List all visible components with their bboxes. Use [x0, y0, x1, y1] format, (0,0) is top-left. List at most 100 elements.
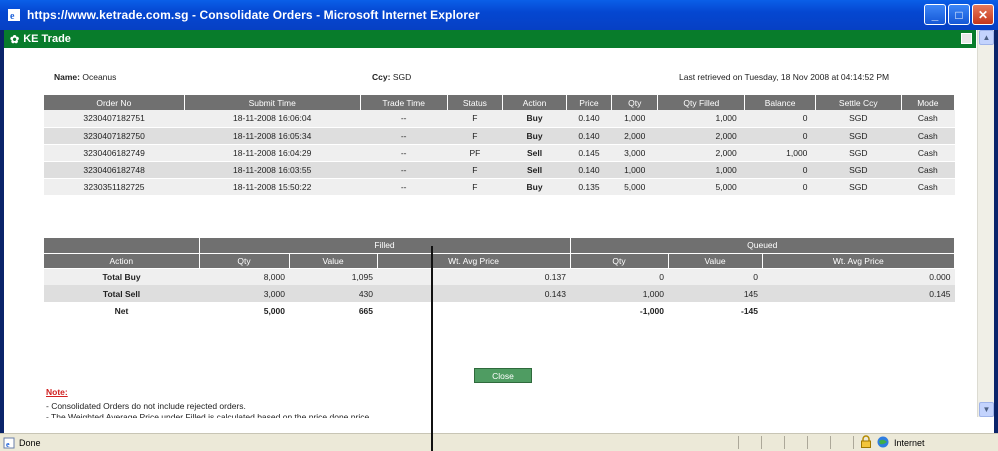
note-title: Note: [46, 387, 68, 397]
sum-col-filled-qty: Qty [199, 253, 290, 269]
cell-action: Sell [502, 161, 567, 179]
cell-submit-time: 18-11-2008 16:04:29 [184, 144, 361, 162]
cell-settle-ccy: SGD [815, 144, 902, 162]
cell-qty-filled: 1,000 [657, 110, 745, 128]
scroll-up-icon[interactable]: ▲ [979, 30, 994, 45]
summary-filled-value: 665 [289, 302, 377, 319]
lock-icon [860, 435, 872, 450]
summary-filled-value: 430 [289, 285, 377, 302]
internet-explorer-icon: e [6, 7, 22, 23]
cell-mode: Cash [901, 161, 955, 179]
table-row[interactable]: 3230406182748 18-11-2008 16:03:55 -- F Sell 0… [44, 161, 955, 179]
cell-submit-time: 18-11-2008 16:05:34 [184, 127, 361, 145]
sum-col-filled-avg: Wt. Avg Price [377, 253, 571, 269]
cell-qty-filled: 1,000 [657, 161, 745, 179]
cell-status: F [447, 110, 503, 128]
cell-trade-time: -- [360, 110, 448, 128]
cell-submit-time: 18-11-2008 15:50:22 [184, 178, 361, 196]
browser-window: e https://www.ketrade.com.sg - Consolida… [0, 0, 998, 451]
col-status[interactable]: Status [447, 95, 504, 110]
col-order-no[interactable]: Order No [44, 95, 185, 110]
app-title: KE Trade [23, 33, 71, 45]
col-settle-ccy[interactable]: Settle Ccy [815, 95, 902, 110]
col-balance[interactable]: Balance [744, 95, 816, 110]
cell-trade-time: -- [360, 144, 448, 162]
cell-qty: 1,000 [611, 161, 658, 179]
close-window-button[interactable]: ✕ [972, 4, 994, 25]
table-row[interactable]: 3230406182749 18-11-2008 16:04:29 -- PF Sell… [44, 144, 955, 162]
maximize-button[interactable]: □ [948, 4, 970, 25]
sum-col-action: Action [44, 253, 200, 269]
col-price[interactable]: Price [566, 95, 613, 110]
close-button[interactable]: Close [474, 368, 532, 383]
cell-settle-ccy: SGD [815, 161, 902, 179]
summary-queued-qty: -1,000 [570, 302, 668, 319]
cell-order-no: 3230406182748 [44, 161, 185, 179]
security-zone: Internet [860, 435, 925, 450]
cell-price: 0.140 [566, 110, 612, 128]
summary-row-total-sell: Total Sell 3,000 430 0.143 1,000 145 0.1… [44, 285, 955, 302]
summary-queued-avg: 0.000 [762, 268, 955, 285]
summary-header-row: Action Qty Value Wt. Avg Price Qty Value… [44, 253, 955, 269]
zone-label: Internet [894, 437, 925, 448]
col-qty-filled[interactable]: Qty Filled [657, 95, 746, 110]
col-qty[interactable]: Qty [611, 95, 659, 110]
cell-qty: 1,000 [611, 110, 658, 128]
sum-col-queued-qty: Qty [570, 253, 669, 269]
cell-qty-filled: 5,000 [657, 178, 745, 196]
cell-mode: Cash [901, 110, 955, 128]
cell-balance: 0 [744, 161, 816, 179]
minimize-button[interactable]: _ [924, 4, 946, 25]
cell-submit-time: 18-11-2008 16:06:04 [184, 110, 361, 128]
svg-text:e: e [6, 440, 10, 449]
cell-mode: Cash [901, 127, 955, 145]
sum-col-filled-value: Value [289, 253, 378, 269]
queued-group-header: Queued [570, 238, 955, 254]
orders-header-row: Order No Submit Time Trade Time Status A… [44, 95, 956, 110]
cell-status: F [447, 178, 503, 196]
scroll-down-icon[interactable]: ▼ [979, 402, 994, 417]
cell-price: 0.145 [566, 144, 612, 162]
table-row[interactable]: 3230407182750 18-11-2008 16:05:34 -- F Buy 0.… [44, 127, 955, 145]
account-name: Name: Oceanus [54, 72, 117, 82]
vertical-scrollbar[interactable]: ▲ ▼ [977, 30, 994, 417]
cell-order-no: 3230407182751 [44, 110, 185, 128]
svg-text:e: e [10, 11, 15, 22]
cell-submit-time: 18-11-2008 16:03:55 [184, 161, 361, 179]
ketrade-logo-icon: ✿ [10, 33, 20, 46]
page-done-icon: e [3, 437, 15, 449]
currency-info: Ccy: SGD [372, 72, 412, 82]
cell-price: 0.135 [566, 178, 612, 196]
cell-qty: 3,000 [611, 144, 658, 162]
maximize-panel-icon[interactable] [961, 33, 972, 44]
col-action[interactable]: Action [502, 95, 567, 110]
page-content: ✿ KE Trade ▲ ▼ Name: Oceanus Ccy: SGD La… [4, 30, 994, 433]
cell-price: 0.140 [566, 161, 612, 179]
cell-mode: Cash [901, 144, 955, 162]
app-header: ✿ KE Trade [4, 30, 976, 48]
summary-filled-avg [377, 302, 570, 319]
col-mode[interactable]: Mode [901, 95, 956, 110]
status-text: Done [19, 437, 41, 448]
status-bar: e Done Internet [0, 433, 998, 451]
cell-balance: 0 [744, 127, 816, 145]
table-row[interactable]: 3230407182751 18-11-2008 16:06:04 -- F Buy 0.… [44, 110, 955, 128]
col-trade-time[interactable]: Trade Time [360, 95, 448, 110]
table-row[interactable]: 3230351182725 18-11-2008 15:50:22 -- F Buy 0.… [44, 178, 955, 196]
sum-col-queued-value: Value [668, 253, 763, 269]
summary-table: Filled Queued Action Qty Value Wt. Avg P… [44, 238, 955, 319]
summary-action: Total Buy [44, 268, 199, 285]
sum-col-queued-avg: Wt. Avg Price [762, 253, 955, 269]
summary-filled-qty: 8,000 [199, 268, 289, 285]
cell-qty: 5,000 [611, 178, 658, 196]
cell-order-no: 3230351182725 [44, 178, 185, 196]
summary-filled-value: 1,095 [289, 268, 377, 285]
title-bar[interactable]: e https://www.ketrade.com.sg - Consolida… [0, 0, 998, 30]
summary-group-row: Filled Queued [44, 238, 955, 254]
cell-order-no: 3230407182750 [44, 127, 185, 145]
cell-status: F [447, 161, 503, 179]
summary-filled-avg: 0.137 [377, 268, 570, 285]
cell-settle-ccy: SGD [815, 110, 902, 128]
summary-filled-avg: 0.143 [377, 285, 570, 302]
col-submit-time[interactable]: Submit Time [184, 95, 361, 110]
